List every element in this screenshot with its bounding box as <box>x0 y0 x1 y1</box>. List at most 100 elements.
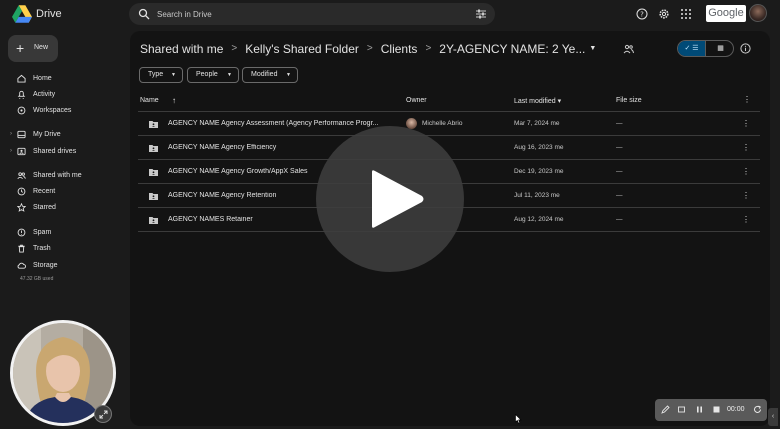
more-vert-icon[interactable]: ⋮ <box>742 167 750 176</box>
activity-icon <box>17 90 26 99</box>
shared-drives-icon <box>17 147 26 156</box>
column-header-file-size[interactable]: File size <box>616 97 642 104</box>
my-drive-icon <box>17 130 26 139</box>
list-view-button[interactable]: ✓ ☰ <box>678 41 706 56</box>
people-icon <box>17 172 26 179</box>
file-size: — <box>616 192 623 199</box>
recording-toolbar: 00:00 <box>655 399 767 421</box>
owner-name: Michelle Abrio <box>422 120 463 127</box>
account-avatar[interactable] <box>749 4 767 22</box>
sidebar-item-workspaces[interactable]: Workspaces <box>12 104 122 117</box>
last-modified: Dec 19, 2023 me <box>514 168 564 175</box>
sidebar-item-label: Storage <box>33 262 58 269</box>
expand-caret-icon[interactable]: › <box>10 148 12 154</box>
app-name[interactable]: Drive <box>36 8 62 20</box>
more-vert-icon[interactable]: ⋮ <box>742 191 750 200</box>
help-icon[interactable]: ? <box>636 8 648 20</box>
sort-arrow-up-icon[interactable]: ↑ <box>172 96 176 105</box>
stop-icon[interactable] <box>712 405 721 414</box>
sidebar-item-spam[interactable]: Spam <box>12 226 122 239</box>
sidebar-item-label: My Drive <box>33 131 61 138</box>
search-bar[interactable] <box>129 3 495 25</box>
sidebar-item-shared-drives[interactable]: › Shared drives <box>10 145 122 158</box>
shared-folder-icon <box>149 145 158 152</box>
clock-icon <box>17 187 26 196</box>
new-button[interactable]: + New <box>8 35 58 62</box>
search-options-icon[interactable] <box>475 8 487 20</box>
side-panel-toggle[interactable]: ‹ <box>768 408 778 426</box>
apps-grid-icon[interactable] <box>680 8 692 20</box>
sidebar-item-label: Workspaces <box>33 107 72 114</box>
sort-desc-icon: ▾ <box>557 98 562 105</box>
list-view-icon: ☰ <box>692 45 699 52</box>
expand-webcam-button[interactable] <box>94 405 112 423</box>
file-size: — <box>616 144 623 151</box>
shared-folder-people-icon[interactable] <box>623 44 634 54</box>
more-vert-icon[interactable]: ⋮ <box>743 95 751 104</box>
sidebar-item-my-drive[interactable]: › My Drive <box>10 128 122 141</box>
drive-app: Drive ? <box>0 0 780 429</box>
last-modified: Jul 11, 2023 me <box>514 192 560 199</box>
sidebar-item-home[interactable]: Home <box>12 72 122 85</box>
file-name[interactable]: AGENCY NAME Agency Assessment (Agency Pe… <box>168 120 388 127</box>
filter-people-chip[interactable]: People ▼ <box>187 67 239 83</box>
more-vert-icon[interactable]: ⋮ <box>742 119 750 128</box>
sidebar-item-storage[interactable]: Storage <box>12 259 122 272</box>
shared-folder-icon <box>149 217 158 224</box>
sidebar-item-starred[interactable]: Starred <box>12 201 122 214</box>
info-icon[interactable] <box>740 43 751 54</box>
file-size: — <box>616 120 623 127</box>
filter-modified-chip[interactable]: Modified ▼ <box>242 67 298 83</box>
sidebar-item-trash[interactable]: Trash <box>12 242 122 255</box>
restart-icon[interactable] <box>753 405 762 414</box>
column-header-label: Last modified <box>514 98 556 105</box>
drive-logo-icon[interactable] <box>12 5 32 23</box>
recording-timer: 00:00 <box>727 406 745 413</box>
shared-folder-icon <box>149 169 158 176</box>
search-input[interactable] <box>157 6 457 22</box>
spam-icon <box>17 228 26 237</box>
breadcrumb-item[interactable]: Kelly's Shared Folder <box>245 42 359 56</box>
sidebar-item-label: Spam <box>33 229 52 236</box>
expand-caret-icon[interactable]: › <box>10 131 12 137</box>
more-vert-icon[interactable]: ⋮ <box>742 215 750 224</box>
filter-label: People <box>196 71 218 78</box>
grid-view-button[interactable]: ▦ <box>707 41 733 56</box>
eraser-icon[interactable] <box>677 405 686 414</box>
dropdown-arrow-icon: ▼ <box>171 72 176 78</box>
pause-icon[interactable] <box>695 405 704 414</box>
svg-text:?: ? <box>640 11 644 19</box>
sidebar-item-activity[interactable]: Activity <box>12 88 122 101</box>
chevron-right-icon: > <box>366 43 373 55</box>
column-header-owner[interactable]: Owner <box>406 97 427 104</box>
breadcrumb-item[interactable]: Shared with me <box>140 42 223 56</box>
cloud-icon <box>17 262 26 269</box>
dropdown-arrow-icon[interactable]: ▼ <box>589 45 596 52</box>
sidebar-item-shared-with-me[interactable]: Shared with me <box>12 169 122 182</box>
pen-annotate-icon[interactable] <box>661 405 670 414</box>
breadcrumb-item[interactable]: Clients <box>381 42 418 56</box>
sidebar-item-recent[interactable]: Recent <box>12 185 122 198</box>
video-play-button[interactable] <box>316 126 464 272</box>
expand-icon <box>99 410 108 419</box>
last-modified: Aug 16, 2023 me <box>514 144 564 151</box>
column-header-name[interactable]: Name <box>140 97 159 104</box>
shared-folder-icon <box>149 193 158 200</box>
sidebar-item-label: Shared drives <box>33 148 77 155</box>
file-size: — <box>616 216 623 223</box>
column-header-last-modified[interactable]: Last modified ▾ <box>514 97 561 105</box>
more-vert-icon[interactable]: ⋮ <box>742 143 750 152</box>
settings-gear-icon[interactable] <box>658 8 670 20</box>
filter-type-chip[interactable]: Type ▼ <box>139 67 183 83</box>
sidebar-item-label: Starred <box>33 204 56 211</box>
table-row[interactable]: AGENCY NAME Agency Assessment (Agency Pe… <box>138 112 760 136</box>
search-icon[interactable] <box>138 8 150 20</box>
play-icon <box>372 170 424 228</box>
mouse-cursor-icon <box>515 414 522 424</box>
google-account-logo[interactable]: Google <box>706 5 746 22</box>
sidebar-item-label: Home <box>33 75 52 82</box>
last-modified: Mar 7, 2024 me <box>514 120 560 127</box>
breadcrumb-current-folder[interactable]: 2Y-AGENCY NAME: 2 Ye... <box>439 42 585 56</box>
storage-used-text: 47.32 GB used <box>20 276 54 282</box>
filter-label: Modified <box>251 71 278 78</box>
